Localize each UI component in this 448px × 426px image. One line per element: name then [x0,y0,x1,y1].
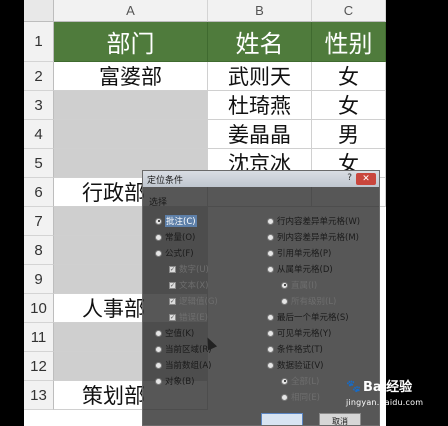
sub-option-logicals[interactable]: ✓ 逻辑值(G) [169,295,218,307]
cell-c3[interactable]: 女 [312,91,386,120]
paw-icon: 🐾 [346,378,361,393]
ok-button[interactable] [261,413,303,425]
radio-icon [281,377,288,385]
row-header-10[interactable]: 10 [24,294,54,323]
radio-icon [155,233,162,241]
dialog-title-bar: 定位条件 [143,171,379,187]
cancel-button[interactable]: 取消 [319,413,361,425]
cell-b3[interactable]: 杜琦燕 [208,91,312,120]
option-formulas[interactable]: 公式(F) [155,247,194,259]
row-header-8[interactable]: 8 [24,236,54,265]
radio-icon [267,217,274,225]
dialog-title: 定位条件 [147,175,184,186]
checkbox-icon: ✓ [169,297,176,305]
checkbox-icon: ✓ [169,265,176,273]
row-header-3[interactable]: 3 [24,91,54,120]
header-cell-gender[interactable]: 性别 [312,22,386,62]
radio-icon [267,233,274,241]
row-header-11[interactable]: 11 [24,323,54,352]
close-icon[interactable]: ✕ [356,173,376,185]
radio-icon [267,249,274,257]
column-header-b[interactable]: B [208,0,312,22]
row-header-6[interactable]: 6 [24,178,54,207]
watermark-url: jingyan.baidu.com [346,398,424,407]
option-precedents[interactable]: 引用单元格(P) [267,247,331,259]
option-constants[interactable]: 常量(O) [155,231,195,243]
option-comments[interactable]: 批注(C) [155,215,197,227]
cell-c4[interactable]: 男 [312,120,386,149]
cell-a2[interactable]: 富婆部 [54,62,208,91]
column-header-c[interactable]: C [312,0,386,22]
sub-option-direct-only[interactable]: 直属(I) [281,279,317,291]
cell-b2[interactable]: 武则天 [208,62,312,91]
radio-icon [155,377,162,385]
option-row-differences[interactable]: 行内容差异单元格(W) [267,215,360,227]
row-header-4[interactable]: 4 [24,120,54,149]
radio-icon [155,217,162,225]
cell-a4[interactable] [54,120,208,149]
radio-icon [155,249,162,257]
option-blanks[interactable]: 空值(K) [155,327,194,339]
sub-option-validation-all[interactable]: 全部(L) [281,375,319,387]
option-column-differences[interactable]: 列内容差异单元格(M) [267,231,359,243]
select-all-corner[interactable] [24,0,54,22]
window-edge [386,0,448,426]
radio-icon [281,281,288,289]
cell-a3[interactable] [54,91,208,120]
radio-icon [267,265,274,273]
select-group-label: 选择 [149,198,168,208]
header-cell-name[interactable]: 姓名 [208,22,312,62]
checkbox-icon: ✓ [169,313,176,321]
option-dependents[interactable]: 从属单元格(D) [267,263,333,275]
option-conditional-formats[interactable]: 条件格式(T) [267,343,323,355]
radio-icon [267,313,274,321]
radio-icon [267,361,274,369]
option-data-validation[interactable]: 数据验证(V) [267,359,323,371]
row-header-9[interactable]: 9 [24,265,54,294]
go-to-special-dialog: 定位条件 ? ✕ 选择 批注(C) 常量(O) 公式(F) ✓ 数字(U) ✓ … [142,170,380,426]
option-visible-cells[interactable]: 可见单元格(Y) [267,327,331,339]
header-cell-dept[interactable]: 部门 [54,22,208,62]
sub-option-numbers[interactable]: ✓ 数字(U) [169,263,209,275]
checkbox-icon: ✓ [169,281,176,289]
row-header-2[interactable]: 2 [24,62,54,91]
watermark-brand: Bai经验 [362,380,413,395]
option-objects[interactable]: 对象(B) [155,375,194,387]
radio-icon [267,329,274,337]
radio-icon [267,345,274,353]
sub-option-all-levels[interactable]: 所有级别(L) [281,295,336,307]
radio-icon [155,345,162,353]
row-header-7[interactable]: 7 [24,207,54,236]
radio-icon [155,329,162,337]
help-icon[interactable]: ? [347,173,352,183]
radio-icon [155,361,162,369]
radio-icon [281,393,288,401]
option-current-array[interactable]: 当前数组(A) [155,359,211,371]
row-header-1[interactable]: 1 [24,22,54,62]
option-current-region[interactable]: 当前区域(R) [155,343,212,355]
baidu-jingyan-watermark: 🐾 Bai经验 jingyan.baidu.com [346,376,424,408]
row-header-13[interactable]: 13 [24,381,54,410]
cell-c2[interactable]: 女 [312,62,386,91]
row-header-12[interactable]: 12 [24,352,54,381]
option-last-cell[interactable]: 最后一个单元格(S) [267,311,349,323]
sub-option-text[interactable]: ✓ 文本(X) [169,279,208,291]
row-header-5[interactable]: 5 [24,149,54,178]
sub-option-validation-same[interactable]: 相同(E) [281,391,320,403]
radio-icon [281,297,288,305]
column-header-a[interactable]: A [54,0,208,22]
sub-option-errors[interactable]: ✓ 错误(E) [169,311,208,323]
cell-b4[interactable]: 姜晶晶 [208,120,312,149]
